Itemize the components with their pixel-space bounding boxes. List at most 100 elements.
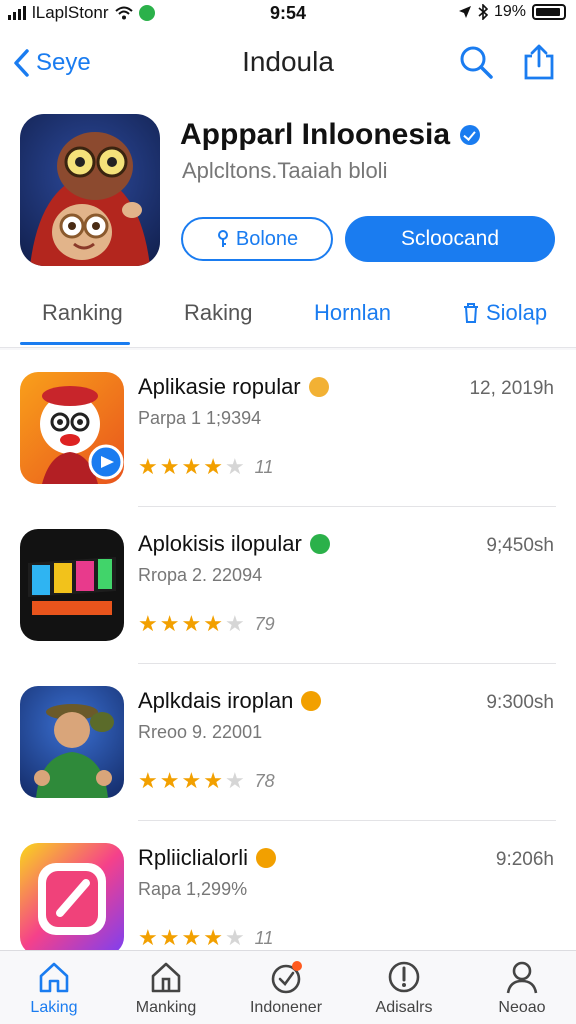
list-item[interactable]: Aplokisis ilopular Rropa 2. 22094 9;450s… (0, 507, 576, 664)
app-thumbnail (20, 529, 124, 641)
share-button[interactable] (522, 44, 558, 80)
location-icon (458, 6, 471, 18)
app-thumbnail (20, 372, 124, 484)
tab-hornlan[interactable]: Hornlan (314, 300, 391, 326)
logo-image (28, 557, 116, 615)
segment-tabs: Ranking Raking Hornlan Siolap (0, 286, 576, 348)
tab-label: Raking (184, 300, 253, 325)
star-rating: ★ ★ ★ ★ ★ 11 (138, 454, 273, 480)
tab-label: Hornlan (314, 300, 392, 325)
app-title: Rpliiclialorli (138, 845, 277, 871)
app-header: Appparl Inloonesia Aplcltons.Taaiah blol… (0, 106, 576, 286)
app-subtitle: Rreoo 9. 22001 (138, 722, 263, 742)
primary-action-button[interactable]: Scloocand (345, 216, 555, 262)
battery-icon (532, 4, 566, 20)
star-icon: ★ (159, 611, 180, 636)
search-button[interactable] (458, 44, 494, 80)
app-meta: 9:300sh (486, 692, 554, 713)
tabbar-item-neoao[interactable]: Neoao (472, 959, 572, 1017)
tabbar-label: Adisalrs (375, 999, 433, 1016)
app-subtitle: Rropa 2. 22094 (138, 565, 263, 585)
person-icon (506, 961, 538, 994)
app-thumbnail (20, 843, 124, 950)
star-icon: ★ (203, 925, 223, 950)
tabbar-item-adisalrs[interactable]: Adisalrs (354, 959, 454, 1017)
list-item[interactable]: Aplikasie ropular Parpa 1 1;9394 12, 201… (0, 350, 576, 507)
secondary-action-label: Bolone (235, 227, 299, 250)
app-title: Aplikasie ropular (138, 374, 329, 400)
share-icon (524, 44, 554, 80)
star-icon: ★ (159, 454, 180, 479)
app-title-text: Rpliiclialorli (138, 845, 249, 870)
star-icon: ★ (181, 925, 202, 950)
tabbar-item-ranking[interactable]: Manking (116, 959, 216, 1017)
app-subtitle: Rapa 1,299% (138, 879, 248, 899)
tabbar-label: Laking (30, 999, 78, 1016)
alert-circle-icon (388, 961, 420, 993)
app-meta: 9;450sh (486, 535, 554, 556)
trash-icon (464, 303, 478, 323)
list-item[interactable]: Rpliiclialorli Rapa 1,299% 9:206h ★ ★ ★ … (0, 821, 576, 950)
badge-check-icon (271, 961, 302, 994)
star-icon: ★ (181, 611, 202, 636)
app-title-text: Aplkdais iroplan (138, 688, 294, 713)
star-empty-icon: ★ (224, 768, 245, 793)
app-name: Appparl Inloonesia (180, 118, 481, 152)
rating-count: 78 (254, 770, 275, 791)
emoji-icon (256, 848, 277, 868)
tabbar-label: Neoao (498, 999, 546, 1016)
status-bar: lLaplStonr 9:54 19% (0, 0, 576, 26)
tab-label: Ranking (42, 300, 123, 325)
key-icon (217, 230, 228, 247)
app-title: Aplkdais iroplan (138, 688, 322, 714)
active-tab-indicator (20, 342, 130, 345)
star-empty-icon: ★ (224, 925, 245, 950)
app-list: Aplikasie ropular Parpa 1 1;9394 12, 201… (0, 350, 576, 950)
list-item[interactable]: Aplkdais iroplan Rreoo 9. 22001 9:300sh … (0, 664, 576, 821)
star-rating: ★ ★ ★ ★ ★ 79 (138, 611, 275, 637)
app-subtitle: Aplcltons.Taaiah bloli (182, 158, 388, 183)
star-icon: ★ (159, 925, 180, 950)
app-title: Aplokisis ilopular (138, 531, 330, 557)
star-icon: ★ (203, 768, 223, 793)
ranking-icon (151, 962, 181, 993)
tab-raking[interactable]: Raking (184, 300, 252, 326)
app-meta: 9:206h (495, 849, 554, 870)
mascot-image (40, 386, 124, 484)
secondary-action-button[interactable]: Bolone (181, 217, 333, 261)
verified-badge-icon (460, 125, 481, 145)
tab-ranking[interactable]: Ranking (42, 300, 123, 326)
tabbar-label: Indonener (249, 999, 323, 1016)
tab-siolap[interactable]: Siolap (462, 300, 547, 326)
app-icon-image (30, 132, 150, 266)
home-icon (39, 962, 69, 993)
app-logo-image (38, 863, 106, 935)
star-icon: ★ (181, 768, 202, 793)
battery-percent: 19% (493, 3, 526, 20)
app-icon[interactable] (20, 114, 160, 266)
star-icon: ★ (138, 925, 158, 950)
app-title-text: Aplokisis ilopular (138, 531, 302, 556)
bluetooth-icon (478, 4, 488, 20)
star-icon: ★ (181, 454, 202, 479)
status-right: 19% (458, 3, 566, 21)
star-empty-icon: ★ (224, 454, 245, 479)
emoji-icon (301, 691, 322, 711)
app-subtitle: Parpa 1 1;9394 (138, 408, 262, 428)
tabbar-item-home[interactable]: Laking (4, 959, 104, 1017)
search-icon (460, 46, 493, 79)
star-rating: ★ ★ ★ ★ ★ 78 (138, 768, 275, 794)
star-icon: ★ (138, 611, 158, 636)
bottom-tab-bar: Laking Manking Indonener Adisalrs Neoao (0, 950, 576, 1024)
tabbar-label: Manking (135, 999, 197, 1016)
star-icon: ★ (138, 768, 158, 793)
rating-count: 11 (254, 456, 274, 477)
rating-count: 79 (254, 613, 275, 634)
app-title-text: Aplikasie ropular (138, 374, 301, 399)
navigation-bar: Seye Indoula (0, 26, 576, 106)
star-icon: ★ (159, 768, 180, 793)
app-meta: 12, 2019h (469, 378, 554, 399)
tabbar-item-indonener[interactable]: Indonener (236, 959, 336, 1017)
star-empty-icon: ★ (224, 611, 245, 636)
emoji-icon (309, 534, 330, 554)
